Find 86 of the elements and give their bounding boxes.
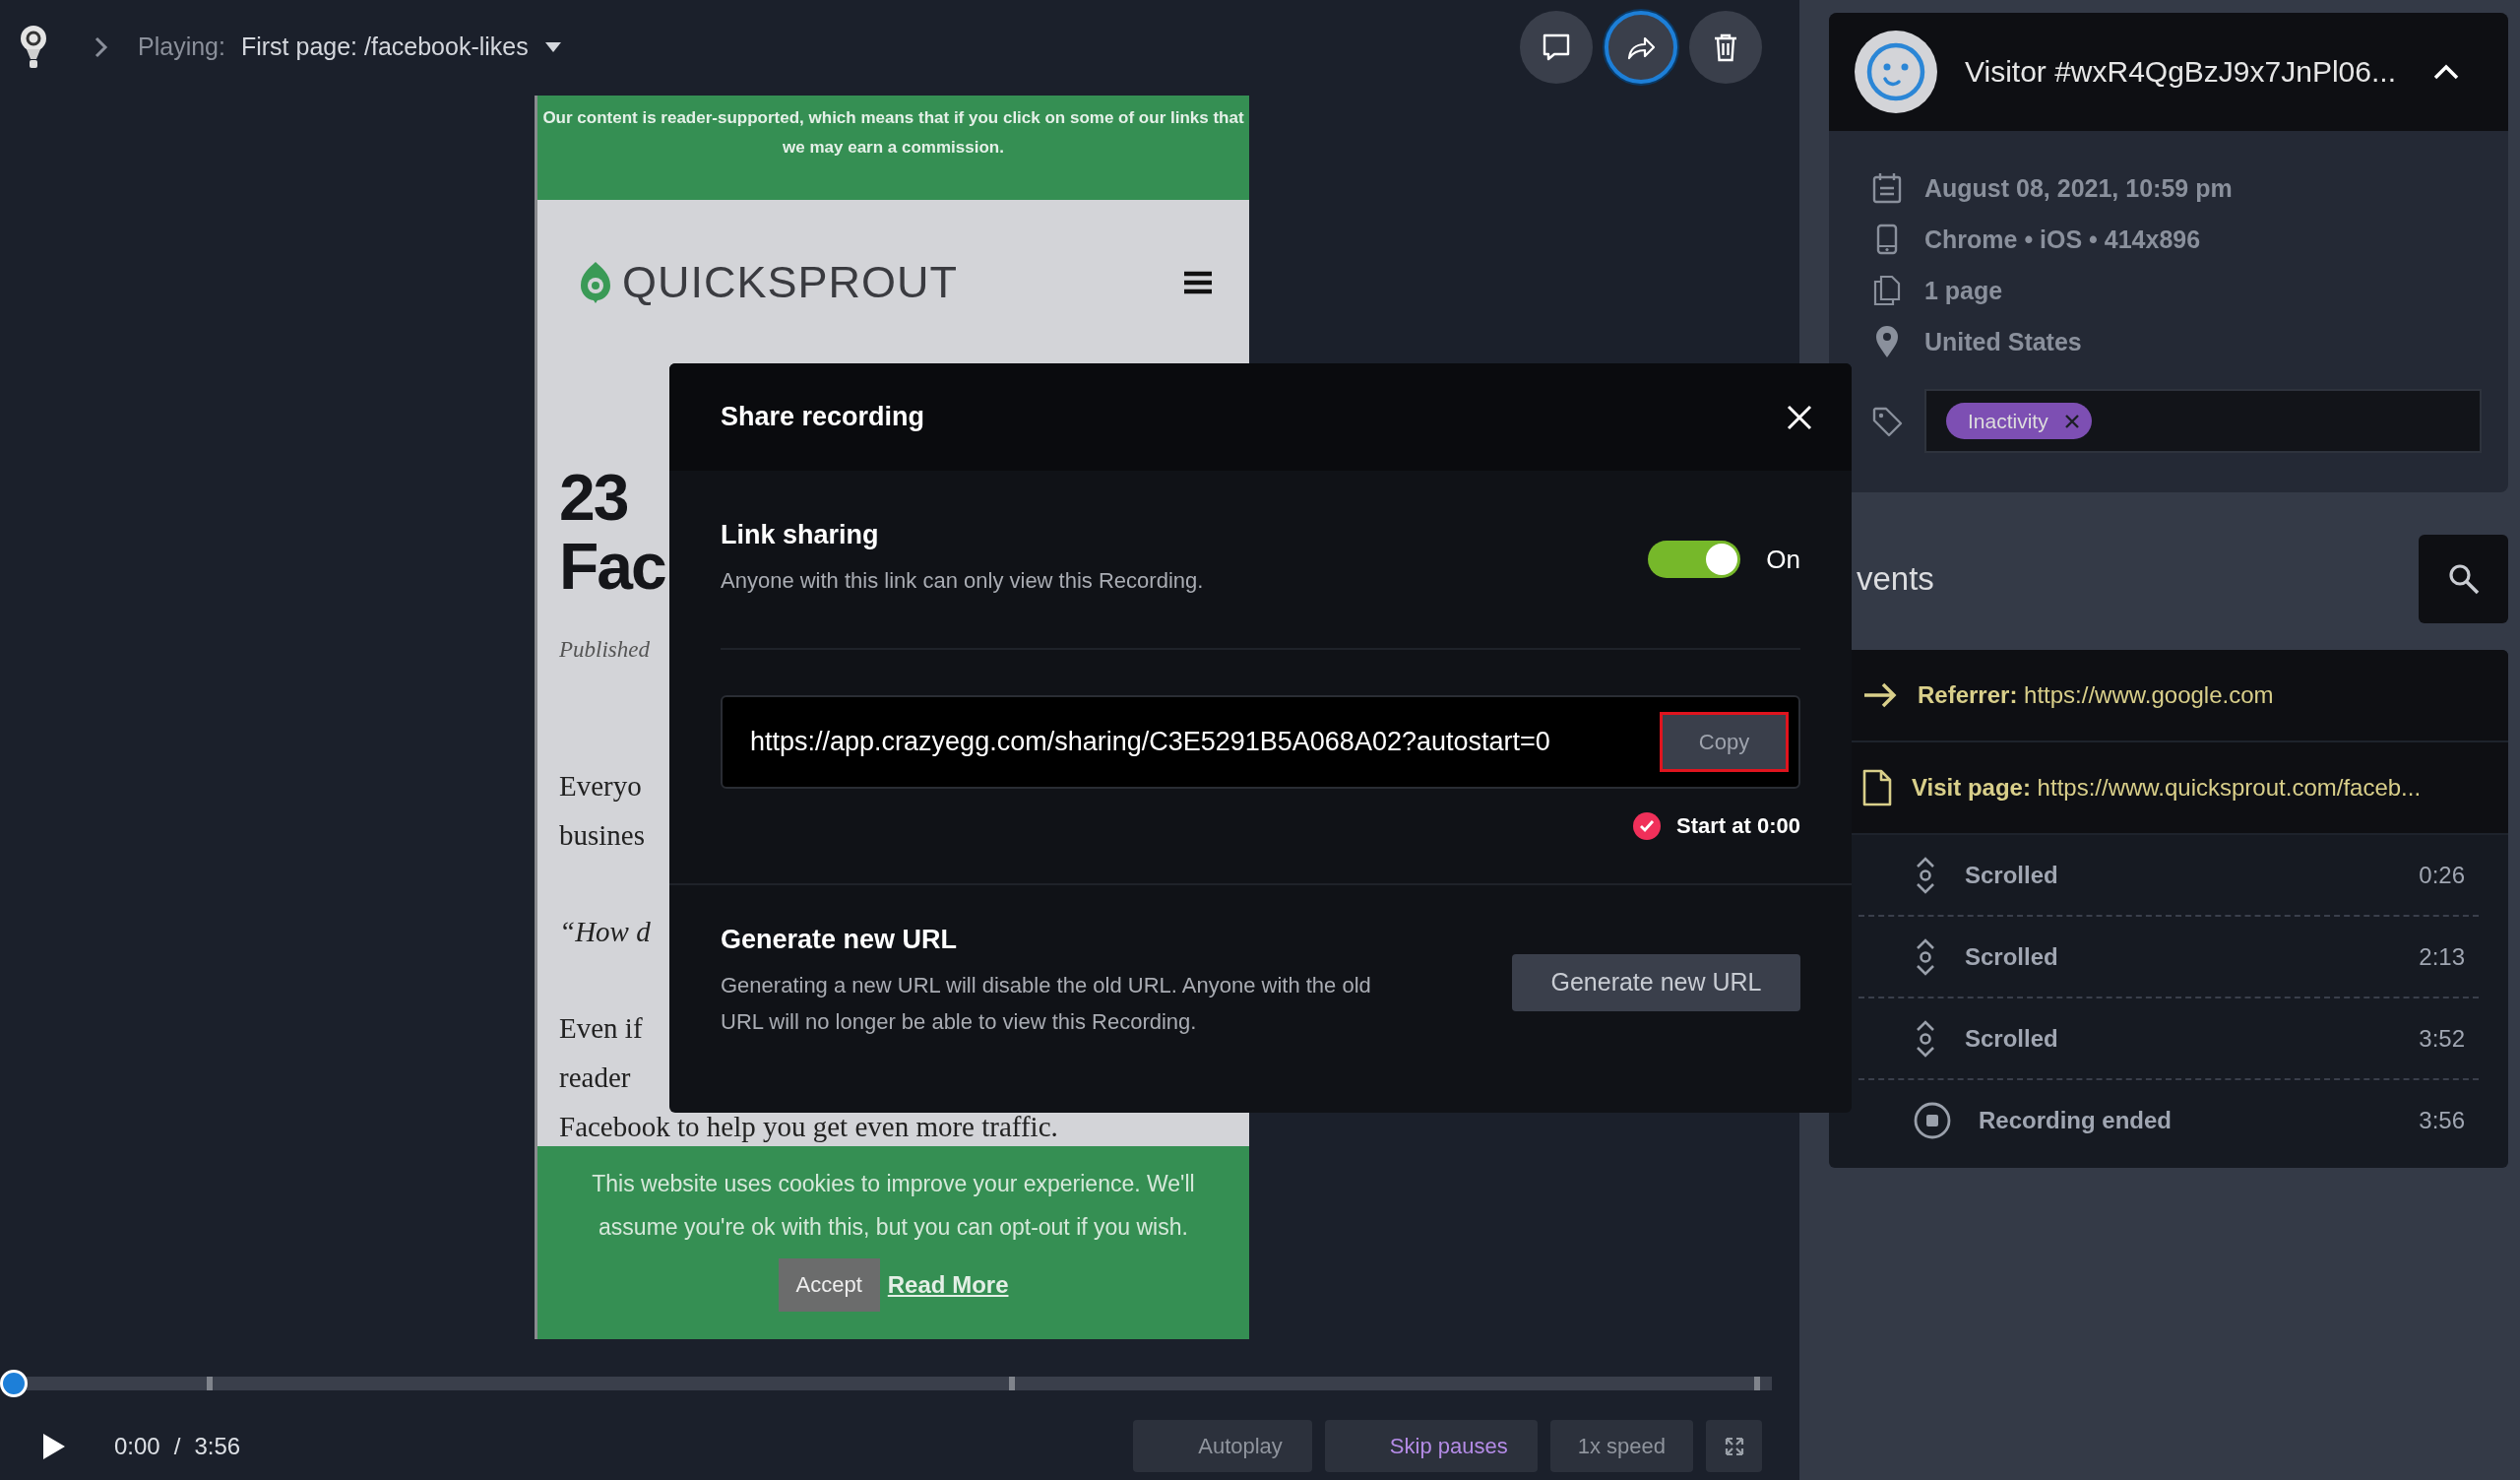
event-marker	[207, 1377, 213, 1390]
close-icon[interactable]	[1787, 404, 1812, 430]
check-icon	[1639, 819, 1656, 833]
dialog-title: Share recording	[721, 402, 925, 432]
site-logo-text: QUICKSPROUT	[622, 256, 959, 308]
chevron-right-icon	[93, 34, 108, 59]
document-icon	[1862, 769, 1892, 806]
arrow-right-icon	[1862, 682, 1898, 708]
article-text: Everyo	[559, 769, 642, 804]
current-time: 0:00	[114, 1432, 160, 1459]
phone-icon	[1876, 224, 1898, 255]
balloon-logo-icon	[20, 24, 47, 70]
speech-bubble-icon	[1542, 32, 1571, 62]
pages-icon	[1873, 275, 1901, 306]
playback-toggle[interactable]: Autoplay	[1133, 1420, 1312, 1472]
visitor-detail: August 08, 2021, 10:59 pm	[1924, 173, 2233, 203]
generate-url-button[interactable]: Generate new URL	[1512, 953, 1800, 1011]
article-title: Fac	[559, 532, 665, 601]
scroll-icon	[1914, 937, 1937, 976]
article-text: busines	[559, 818, 645, 853]
checkbox-label: Start at 0:00	[1676, 813, 1800, 839]
article-text: Facebook to help you get even more traffic.	[559, 1110, 1058, 1144]
play-icon[interactable]	[41, 1431, 67, 1461]
duration: 3:56	[194, 1432, 241, 1459]
fullscreen-button[interactable]	[1706, 1420, 1762, 1472]
scroll-icon	[1914, 856, 1937, 894]
page-dropdown[interactable]: First page: /facebook-likes	[240, 32, 529, 61]
start-checkbox[interactable]	[1633, 812, 1662, 840]
url-field[interactable]: https://app.crazyegg.com/sharing/C3E5291B5A068A02?autostart=0 Copy	[721, 695, 1800, 789]
speed-button[interactable]: 1x speed	[1549, 1420, 1693, 1472]
section-description: Anyone with this link can only view this Recording.	[721, 567, 1204, 595]
time-separator: /	[173, 1432, 181, 1459]
cookie-notice: This website uses cookies to improve your experience. We'll assume you're ok with this, but you can opt-out if you wish.	[591, 1170, 1196, 1242]
event-marker	[1009, 1377, 1015, 1390]
timeline-thumb[interactable]	[0, 1370, 28, 1397]
stop-icon	[1914, 1101, 1951, 1139]
leaf-logo-icon	[579, 260, 612, 304]
event-time: 0:26	[2419, 861, 2465, 889]
section-title: Link sharing	[721, 520, 879, 550]
chevron-up-icon[interactable]	[2433, 64, 2459, 80]
event-label: Scrolled	[1965, 942, 2058, 971]
visitor-detail: Chrome • iOS • 414x896	[1924, 225, 2201, 254]
visitor-name: Visitor #wxR4QgBzJ9x7JnPl06...	[1965, 55, 2396, 89]
event-label: Scrolled	[1965, 861, 2058, 889]
visitor-detail: 1 page	[1924, 276, 2003, 305]
expand-icon	[1724, 1436, 1744, 1456]
event-time: 3:52	[2419, 1024, 2465, 1053]
event-time: 3:56	[2419, 1106, 2465, 1134]
read-more-link[interactable]: Read More	[887, 1271, 1009, 1299]
breadcrumb-label: Playing:	[138, 32, 225, 61]
event-label: Scrolled	[1965, 1024, 2058, 1053]
playback-toggle[interactable]: Skip pauses	[1324, 1420, 1538, 1472]
share-button[interactable]	[1605, 10, 1677, 84]
toggle-switch[interactable]	[1648, 541, 1741, 578]
remove-tag-icon[interactable]	[2063, 413, 2080, 429]
visitor-detail: United States	[1924, 327, 2082, 356]
event-text: Visit page: https://www.quicksprout.com/faceb...	[1912, 774, 2422, 802]
event-label: Recording ended	[1979, 1106, 2173, 1134]
event-time: 2:13	[2419, 942, 2465, 971]
reader-supported-banner: Our content is reader-supported, which means that if you click on some of our links that we may earn a commission.	[537, 96, 1249, 200]
tags-field[interactable]: Inactivity	[1924, 389, 2482, 453]
scroll-icon	[1914, 1019, 1937, 1058]
article-title: 23	[559, 463, 628, 532]
caret-down-icon	[543, 40, 562, 53]
section-title: Generate new URL	[721, 925, 958, 955]
tag-icon	[1871, 405, 1903, 437]
copy-button[interactable]: Copy	[1660, 712, 1789, 772]
search-icon	[2447, 563, 2480, 595]
menu-icon[interactable]	[1184, 270, 1212, 294]
location-pin-icon	[1874, 325, 1900, 358]
share-url: https://app.crazyegg.com/sharing/C3E5291B5A068A02?autostart=0	[750, 727, 1550, 757]
trash-icon	[1713, 32, 1738, 62]
event-text: Referrer: https://www.google.com	[1918, 681, 2274, 709]
accept-button[interactable]: Accept	[778, 1258, 880, 1312]
section-description: Generating a new URL will disable the old URL. Anyone with the old URL will no longer be able to view this Recording.	[721, 972, 1372, 1036]
toggle-label: On	[1766, 544, 1800, 575]
article-text: Even if	[559, 1011, 643, 1046]
tag-chip: Inactivity	[1946, 403, 2092, 439]
calendar-icon	[1872, 172, 1902, 204]
published-label: Published	[559, 637, 650, 663]
search-button[interactable]	[2419, 535, 2508, 623]
events-heading: vents	[1857, 560, 1934, 598]
article-text: reader	[559, 1061, 631, 1095]
smiley-icon	[1865, 41, 1926, 102]
article-text: “How d	[559, 915, 651, 949]
event-marker	[1754, 1377, 1760, 1390]
